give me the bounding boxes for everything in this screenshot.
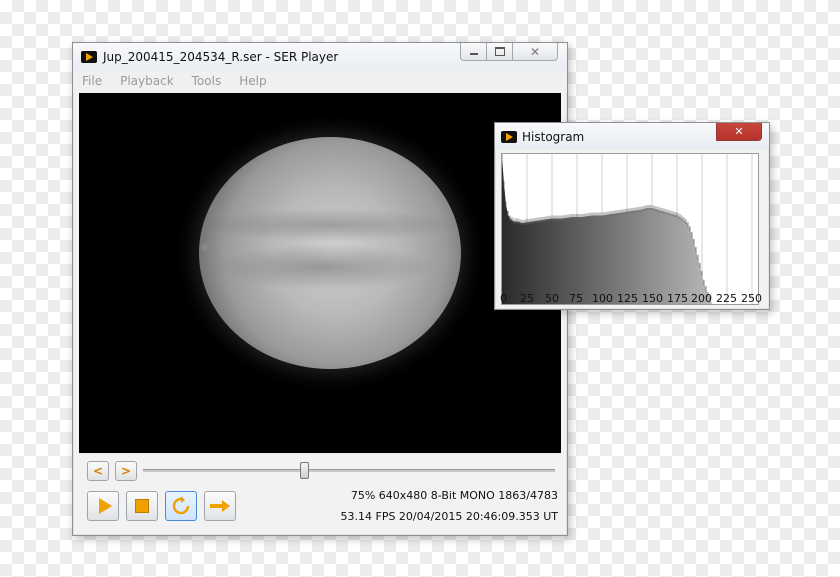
menu-file[interactable]: File [73, 71, 111, 93]
x-tick-label: 0 [500, 292, 507, 305]
x-tick-label: 50 [545, 292, 559, 305]
histogram-plot [501, 153, 759, 305]
histogram-window-title: Histogram [522, 130, 585, 144]
menu-tools[interactable]: Tools [183, 71, 231, 93]
x-tick-label: 125 [617, 292, 638, 305]
forward-direction-button[interactable] [204, 491, 236, 521]
player-titlebar[interactable]: Jup_200415_204534_R.ser - SER Player ✕ [73, 43, 567, 71]
maximize-button[interactable] [486, 43, 513, 61]
x-tick-label: 25 [520, 292, 534, 305]
close-icon: ✕ [529, 44, 541, 59]
previous-frame-button[interactable]: < [87, 461, 109, 481]
timestamp-status: 53.14 FPS 20/04/2015 20:46:09.353 UT [340, 510, 559, 523]
close-button[interactable]: ✕ [512, 43, 558, 61]
histogram-x-axis-labels: 0 25 50 75 100 125 150 175 200 225 250 [495, 292, 769, 306]
x-tick-label: 225 [716, 292, 737, 305]
frame-slider-thumb[interactable] [299, 462, 309, 479]
frame-info-status: 75% 640x480 8-Bit MONO 1863/4783 [350, 489, 558, 502]
x-tick-label: 75 [569, 292, 583, 305]
x-tick-label: 150 [642, 292, 663, 305]
x-tick-label: 100 [592, 292, 613, 305]
play-icon [98, 498, 112, 514]
menu-help[interactable]: Help [230, 71, 275, 93]
menu-playback[interactable]: Playback [111, 71, 183, 93]
arrow-right-icon [210, 500, 230, 512]
frame-slider-track [143, 469, 555, 472]
histogram-titlebar[interactable]: Histogram ✕ [495, 123, 769, 149]
x-tick-label: 175 [667, 292, 688, 305]
stop-button[interactable] [126, 491, 158, 521]
repeat-toggle-button[interactable] [165, 491, 197, 521]
histogram-close-button[interactable]: ✕ [716, 123, 762, 141]
histogram-app-icon [501, 131, 517, 143]
jupiter-image [199, 137, 461, 369]
restore-icon [494, 47, 505, 56]
player-window-title: Jup_200415_204534_R.ser - SER Player [103, 50, 339, 64]
menu-bar: File Playback Tools Help [73, 71, 567, 93]
play-button[interactable] [87, 491, 119, 521]
x-tick-label: 200 [691, 292, 712, 305]
minimize-icon [469, 52, 478, 55]
histogram-area [502, 157, 758, 304]
histogram-chart [502, 154, 758, 304]
chevron-left-icon: < [92, 464, 104, 478]
video-frame-display [79, 93, 561, 453]
frame-slider[interactable] [143, 461, 555, 481]
repeat-icon [172, 496, 190, 515]
ser-player-app-icon [81, 51, 97, 63]
close-icon: ✕ [734, 125, 744, 138]
histogram-window: Histogram ✕ 0 25 50 75 100 125 150 175 2… [494, 122, 770, 310]
x-tick-label: 250 [741, 292, 762, 305]
minimize-button[interactable] [460, 43, 487, 61]
moon-image [202, 244, 209, 251]
stop-icon [135, 499, 149, 513]
next-frame-button[interactable]: > [115, 461, 137, 481]
chevron-right-icon: > [120, 464, 132, 478]
